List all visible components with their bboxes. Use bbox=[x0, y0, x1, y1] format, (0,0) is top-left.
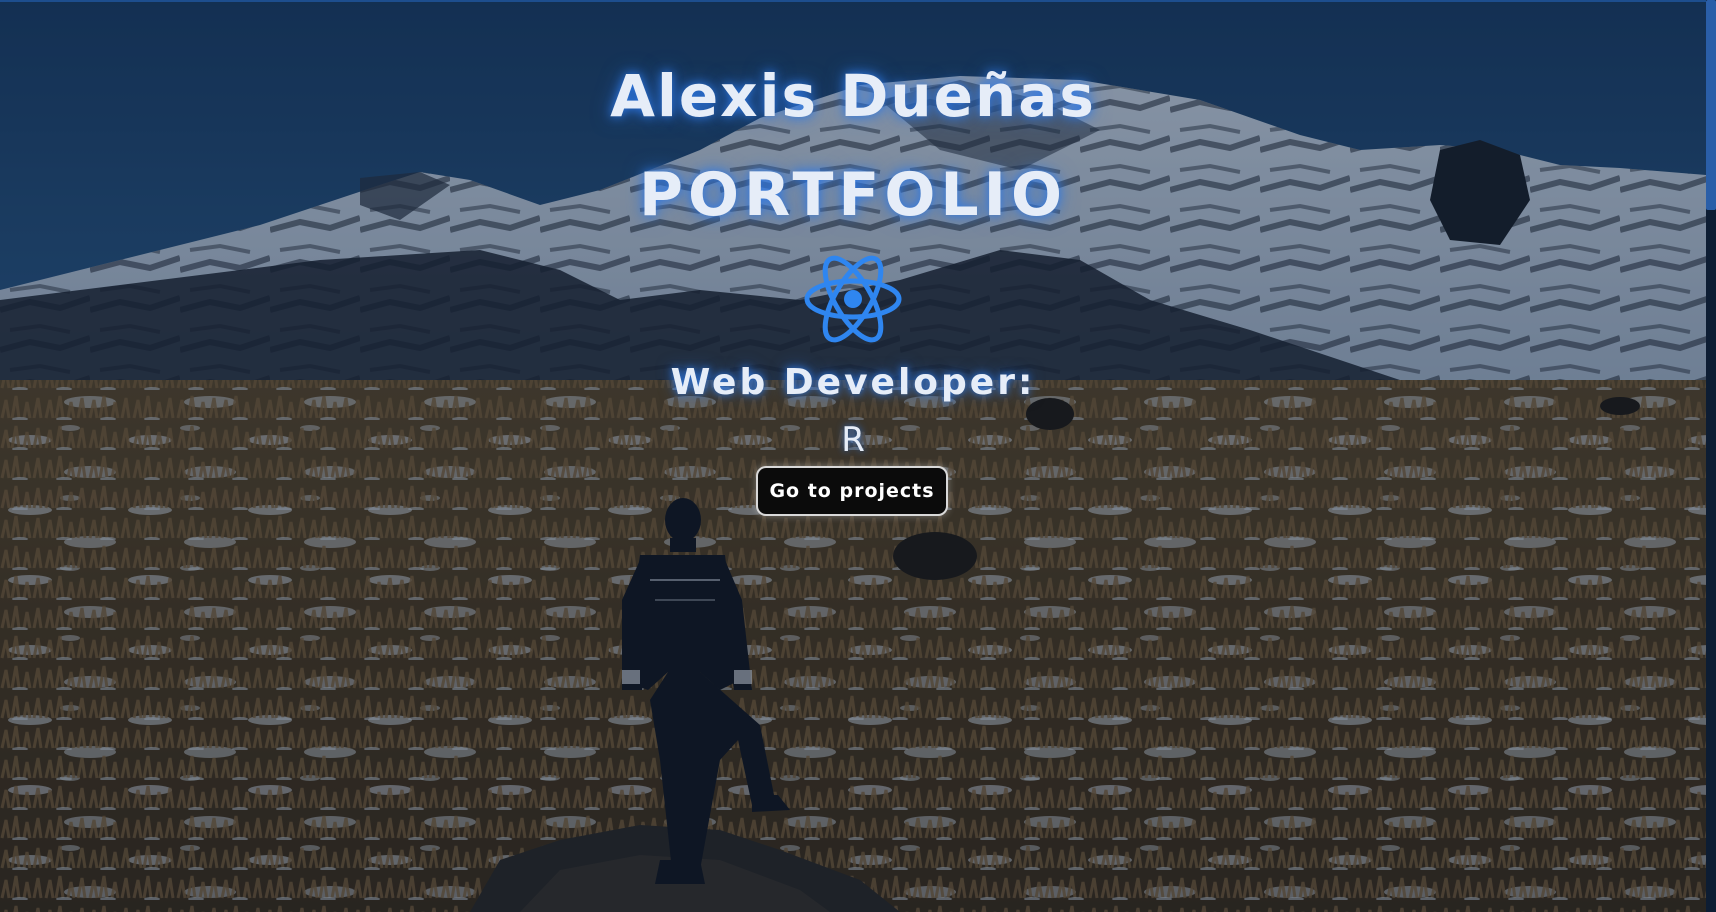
go-to-projects-button[interactable]: Go to projects bbox=[756, 466, 948, 516]
portfolio-title: PORTFOLIO bbox=[639, 160, 1067, 230]
scrollbar-thumb[interactable] bbox=[1706, 0, 1716, 210]
role-label: Web Developer: bbox=[670, 362, 1036, 403]
hero-section: Alexis Dueñas PORTFOLIO Web Developer: R… bbox=[0, 0, 1706, 912]
portfolio-page: Alexis Dueñas PORTFOLIO Web Developer: R… bbox=[0, 0, 1716, 912]
typed-role-text: R bbox=[841, 420, 865, 460]
owner-name-heading: Alexis Dueñas bbox=[610, 62, 1096, 130]
react-atom-icon bbox=[803, 249, 903, 349]
